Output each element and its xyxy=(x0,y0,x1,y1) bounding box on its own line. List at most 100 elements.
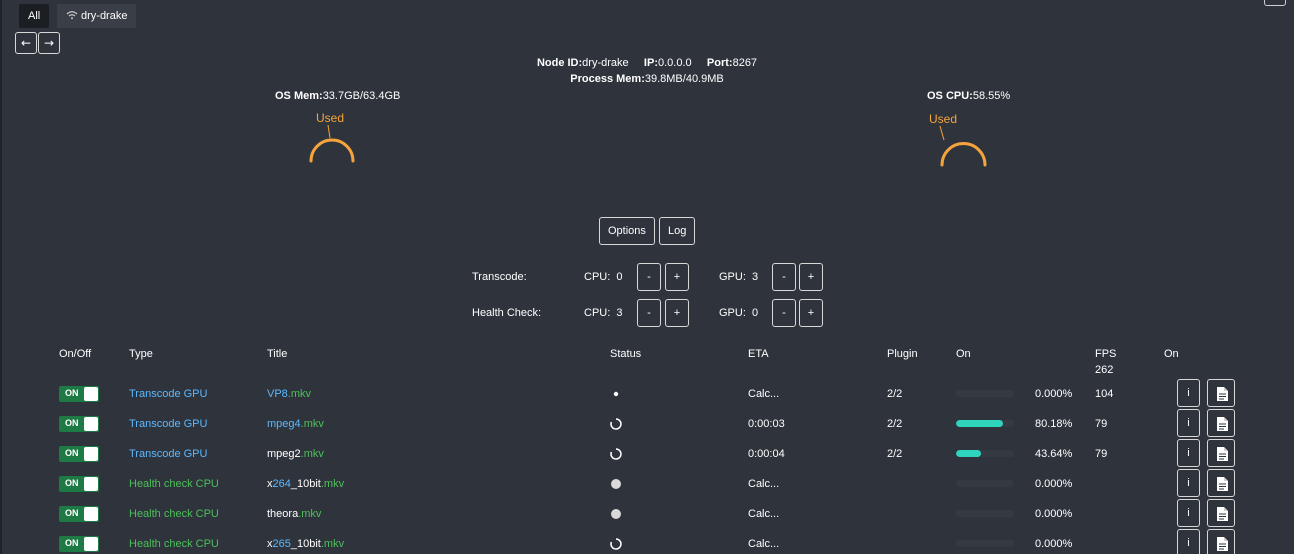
health-cpu-count: 3 xyxy=(616,307,623,319)
progress-bar xyxy=(956,420,1014,427)
document-icon xyxy=(1217,477,1228,491)
report-button[interactable] xyxy=(1207,379,1235,407)
health-gpu-readout: GPU: 0 xyxy=(719,307,759,319)
document-icon xyxy=(1217,387,1228,401)
table-row: ON Transcode GPU VP8.mkv Calc... 2/2 0.000% 10… xyxy=(0,379,1294,409)
health-gpu-minus-button[interactable]: - xyxy=(772,299,796,327)
info-button[interactable]: i xyxy=(1177,469,1200,497)
eta-value: Calc... xyxy=(748,508,780,520)
os-mem-gauge-pointer xyxy=(327,124,331,139)
health-gpu-plus-button[interactable]: + xyxy=(799,299,823,327)
tab-all[interactable]: All xyxy=(19,4,50,28)
transcode-gpu-minus-button[interactable]: - xyxy=(772,263,796,291)
info-button[interactable]: i xyxy=(1177,379,1200,407)
eta-value: Calc... xyxy=(748,388,780,400)
header-eta: ETA xyxy=(748,348,769,360)
wifi-icon xyxy=(66,11,78,20)
progress-percent: 0.000% xyxy=(1035,388,1073,400)
plugin-progress: 2/2 xyxy=(887,418,903,430)
header-fps: FPS xyxy=(1095,348,1117,360)
document-icon xyxy=(1217,447,1228,461)
header-fps-total: 262 xyxy=(1095,364,1114,376)
job-type: Transcode GPU xyxy=(129,448,208,460)
progress-percent: 0.000% xyxy=(1035,508,1073,520)
toggle-label: ON xyxy=(65,508,79,518)
header-on: On xyxy=(956,348,971,360)
job-type: Transcode GPU xyxy=(129,418,208,430)
info-button[interactable]: i xyxy=(1177,529,1200,554)
health-cpu-plus-button[interactable]: + xyxy=(665,299,689,327)
log-button[interactable]: Log xyxy=(659,217,696,245)
on-off-toggle[interactable]: ON xyxy=(59,386,99,402)
transcode-cpu-count: 0 xyxy=(616,271,623,283)
toggle-knob xyxy=(84,537,98,551)
plugin-progress: 2/2 xyxy=(887,448,903,460)
back-button[interactable]: ← xyxy=(15,32,37,54)
toggle-knob xyxy=(84,387,98,401)
report-button[interactable] xyxy=(1207,439,1235,467)
os-mem-readout: OS Mem:33.7GB/63.4GB xyxy=(275,90,400,102)
table-row: ON Transcode GPU mpeg4.mkv 0:00:03 2/2 80.18%… xyxy=(0,409,1294,439)
process-mem-label: Process Mem: xyxy=(570,73,645,85)
toggle-knob xyxy=(84,507,98,521)
progress-bar xyxy=(956,450,1014,457)
health-check-label: Health Check: xyxy=(472,307,542,319)
on-off-toggle[interactable]: ON xyxy=(59,476,99,492)
eta-value: 0:00:03 xyxy=(748,418,785,430)
report-button[interactable] xyxy=(1207,469,1235,497)
progress-fill xyxy=(956,450,982,457)
os-cpu-gauge-arc xyxy=(940,142,987,167)
tab-dry-drake[interactable]: dry-drake xyxy=(57,4,137,28)
file-title: x265_10bit.mkv xyxy=(267,538,345,550)
header-type: Type xyxy=(129,348,153,360)
on-off-toggle[interactable]: ON xyxy=(59,506,99,522)
on-off-toggle[interactable]: ON xyxy=(59,416,99,432)
ip-label: IP: xyxy=(643,57,658,69)
node-id-label: Node ID: xyxy=(536,57,583,69)
os-mem-gauge-arc xyxy=(309,138,355,163)
health-cpu-minus-button[interactable]: - xyxy=(637,299,661,327)
forward-button[interactable]: → xyxy=(38,32,60,54)
transcode-cpu-plus-button[interactable]: + xyxy=(665,263,689,291)
header-on-off: On/Off xyxy=(59,348,92,360)
progress-fill xyxy=(956,420,1003,427)
report-button[interactable] xyxy=(1207,409,1235,437)
transcode-gpu-plus-button[interactable]: + xyxy=(799,263,823,291)
document-icon xyxy=(1217,417,1228,431)
info-button[interactable]: i xyxy=(1177,409,1200,437)
toggle-label: ON xyxy=(65,418,79,428)
info-button[interactable]: i xyxy=(1177,499,1200,527)
status-queued-icon xyxy=(611,479,621,489)
port-value: 8267 xyxy=(732,57,758,69)
options-button[interactable]: Options xyxy=(599,217,655,245)
report-button[interactable] xyxy=(1207,529,1235,554)
process-mem: Process Mem:39.8MB/40.9MB xyxy=(0,73,1294,85)
header-plugin: Plugin xyxy=(887,348,918,360)
os-cpu-readout: OS CPU:58.55% xyxy=(927,90,1010,102)
progress-percent: 0.000% xyxy=(1035,538,1073,550)
os-mem-gauge: Used xyxy=(309,111,355,163)
table-row: ON Transcode GPU mpeg2.mkv 0:00:04 2/2 43.64%… xyxy=(0,439,1294,469)
health-cpu-readout: CPU: 3 xyxy=(584,307,623,319)
toggle-label: ON xyxy=(65,388,79,398)
toggle-label: ON xyxy=(65,538,79,548)
transcode-cpu-minus-button[interactable]: - xyxy=(637,263,661,291)
report-button[interactable] xyxy=(1207,499,1235,527)
progress-bar xyxy=(956,480,1014,487)
transcode-label: Transcode: xyxy=(472,271,527,283)
fps-value: 79 xyxy=(1095,418,1108,430)
on-off-toggle[interactable]: ON xyxy=(59,536,99,552)
os-cpu-gauge-pointer xyxy=(939,125,945,141)
file-title: theora.mkv xyxy=(267,508,322,520)
corner-button[interactable] xyxy=(1264,0,1286,6)
health-gpu-count: 0 xyxy=(752,307,759,319)
port-label: Port: xyxy=(706,57,733,69)
job-type: Health check CPU xyxy=(129,538,219,550)
on-off-toggle[interactable]: ON xyxy=(59,446,99,462)
info-button[interactable]: i xyxy=(1177,439,1200,467)
file-title: mpeg2.mkv xyxy=(267,448,324,460)
table-row: ON Health check CPU theora.mkv Calc... 0.000… xyxy=(0,499,1294,529)
job-type: Transcode GPU xyxy=(129,388,208,400)
os-mem-label: OS Mem: xyxy=(275,90,323,102)
progress-percent: 43.64% xyxy=(1035,448,1073,460)
